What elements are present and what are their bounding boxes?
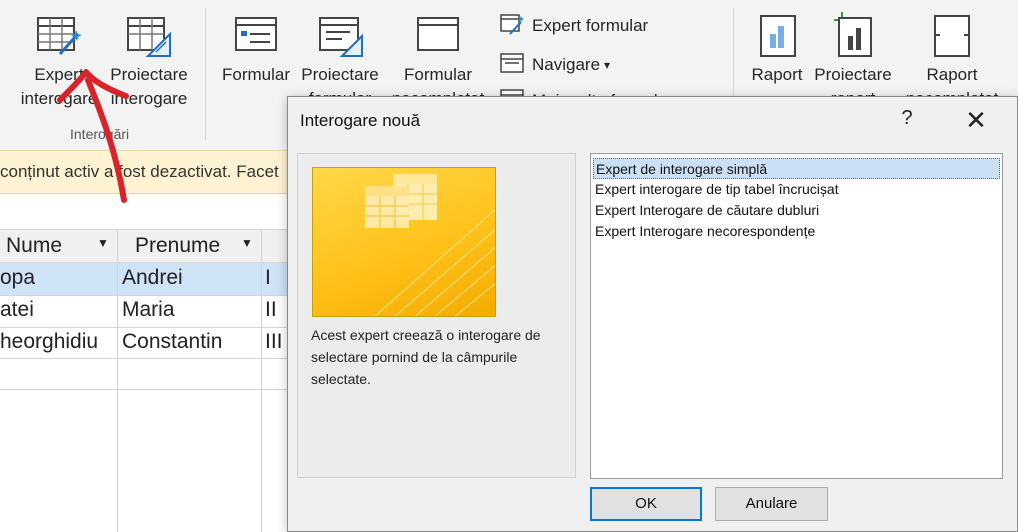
grid-line (0, 389, 288, 390)
wizard-preview-panel: Acest expert creează o interogare de sel… (297, 153, 576, 478)
close-icon[interactable]: ✕ (956, 105, 996, 137)
blank-report-button[interactable]: Raport necompletat (900, 8, 1004, 108)
grid-line (0, 327, 288, 328)
form-design-label-1: Proiectare (301, 65, 379, 84)
cancel-button[interactable]: Anulare (715, 487, 828, 521)
grid-line (117, 229, 118, 532)
form-wizard-button[interactable]: Expert formular (500, 12, 648, 40)
wizard-preview-image (312, 167, 496, 317)
navigation-label: Navigare (532, 55, 601, 74)
form-design-button[interactable]: Proiectare formular (298, 8, 382, 108)
report-icon (758, 14, 798, 65)
table-cell[interactable]: heorghidiu (0, 330, 117, 354)
dialog-title: Interogare nouă (300, 111, 421, 130)
form-label: Formular (221, 65, 290, 84)
table-cell[interactable]: atei (0, 298, 117, 322)
grid-line (0, 358, 288, 359)
chevron-down-icon: ▾ (604, 58, 611, 72)
column-header-extra[interactable] (262, 229, 288, 262)
report-design-button[interactable]: Proiectare raport (810, 8, 896, 108)
ribbon-separator (205, 8, 206, 140)
grid-line (0, 295, 288, 296)
report-label: Raport (751, 65, 803, 84)
wizard-listbox[interactable]: Expert de interogare simplă Expert inter… (590, 153, 1003, 479)
report-button[interactable]: Raport (744, 8, 810, 88)
form-design-icon (318, 16, 364, 65)
wizard-description: Acest expert creează o interogare de sel… (311, 327, 541, 387)
grid-line (261, 229, 262, 532)
ok-button[interactable]: OK (590, 487, 702, 521)
table-cell[interactable]: II (265, 298, 288, 322)
blank-form-label-1: Formular (403, 65, 472, 84)
navigation-icon (500, 52, 524, 79)
table-cell[interactable]: III (265, 330, 288, 354)
table-cell[interactable]: Andrei (122, 266, 262, 290)
help-button[interactable]: ? (892, 107, 922, 135)
form-wizard-label: Expert formular (532, 16, 649, 35)
form-wizard-icon (500, 12, 524, 41)
annotation-arrow (57, 69, 129, 203)
blank-report-icon (932, 14, 972, 65)
new-query-dialog: Interogare nouă ? ✕ Acest expert creează… (287, 96, 1018, 532)
list-item[interactable]: Expert de interogare simplă (593, 158, 1000, 179)
grid-line (0, 262, 288, 263)
form-icon (234, 16, 278, 61)
list-item[interactable]: Expert interogare de tip tabel încrucișa… (593, 179, 1000, 200)
form-button[interactable]: Formular (214, 8, 298, 88)
report-design-label-1: Proiectare (814, 65, 892, 84)
filter-dropdown-icon[interactable]: ▼ (241, 236, 253, 250)
navigation-button[interactable]: Navigare ▾ (500, 51, 610, 79)
table-cell[interactable]: Maria (122, 298, 262, 322)
blank-form-icon (416, 16, 460, 61)
table-cell[interactable]: Constantin (122, 330, 262, 354)
list-item[interactable]: Expert Interogare necorespondențe (593, 221, 1000, 242)
table-cell[interactable]: opa (0, 266, 117, 290)
blank-form-button[interactable]: Formular necompletat (390, 8, 486, 108)
table-cell[interactable]: I (265, 266, 288, 290)
blank-report-label-1: Raport (926, 65, 978, 84)
report-design-icon (830, 10, 874, 65)
list-item[interactable]: Expert Interogare de căutare dubluri (593, 200, 1000, 221)
